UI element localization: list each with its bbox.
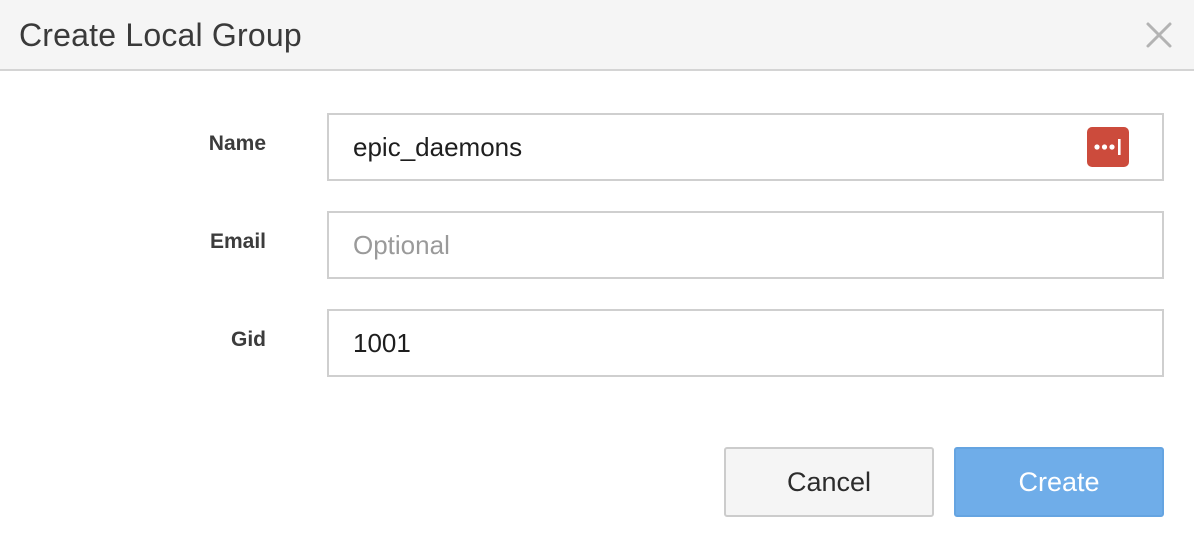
gid-input[interactable] bbox=[327, 309, 1164, 377]
gid-label: Gid bbox=[231, 328, 266, 351]
create-local-group-dialog: Create Local Group Name Email Gid Cancel… bbox=[0, 0, 1194, 546]
password-manager-button[interactable] bbox=[1087, 127, 1129, 167]
close-icon bbox=[1146, 22, 1172, 48]
close-button[interactable] bbox=[1144, 20, 1174, 50]
email-row: Email bbox=[0, 211, 1194, 279]
name-label: Name bbox=[208, 132, 266, 155]
name-input[interactable] bbox=[327, 113, 1164, 181]
dialog-header: Create Local Group bbox=[0, 0, 1194, 71]
password-manager-icon bbox=[1094, 139, 1121, 155]
create-button[interactable]: Create bbox=[954, 447, 1164, 517]
email-input[interactable] bbox=[327, 211, 1164, 279]
gid-row: Gid bbox=[0, 309, 1194, 377]
name-row: Name bbox=[0, 113, 1194, 181]
email-label: Email bbox=[209, 230, 266, 253]
cancel-button[interactable]: Cancel bbox=[724, 447, 934, 517]
dialog-title: Create Local Group bbox=[19, 17, 302, 53]
